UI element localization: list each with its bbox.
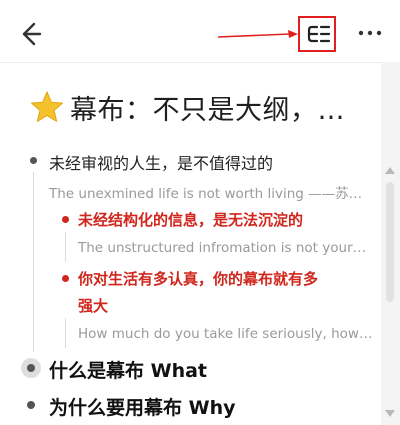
outline-node-text-cont[interactable]: 强大 [78, 295, 108, 316]
more-dots-icon[interactable] [356, 24, 384, 42]
scroll-down-arrow-icon[interactable] [385, 410, 395, 417]
annotation-arrow [218, 30, 298, 38]
outline-node-text[interactable]: 为什么要用幕布 Why [49, 393, 235, 420]
top-toolbar [0, 0, 400, 63]
bullet-dot[interactable] [30, 157, 37, 164]
outline-node-note[interactable]: How much do you take life seriously, how… [78, 326, 372, 342]
outline-node-note[interactable]: The unexmined life is not worth living —… [49, 182, 362, 202]
scroll-up-arrow-icon[interactable] [385, 167, 395, 174]
child-guide-line [33, 172, 34, 352]
outline-node-text[interactable]: 什么是幕布 What [49, 356, 207, 383]
bullet-dot[interactable] [27, 364, 35, 372]
bullet-dot[interactable] [62, 275, 69, 282]
document-title[interactable]: 幕布：不只是大纲，… [70, 88, 345, 127]
document-title-row: 幕布：不只是大纲，… [30, 82, 345, 132]
outline-node-text[interactable]: 未经结构化的信息，是无法沉淀的 [78, 209, 303, 230]
outline-node-text[interactable]: 未经审视的人生，是不值得过的 [49, 150, 273, 174]
scroll-thumb[interactable] [386, 182, 394, 302]
outline-node-text[interactable]: 你对生活有多认真，你的幕布就有多 [78, 268, 318, 289]
outline-node-note[interactable]: The unstructured infromation is not your… [78, 240, 366, 256]
note-guide-line [65, 318, 66, 348]
bullet-dot[interactable] [62, 216, 69, 223]
note-guide-line [65, 232, 66, 262]
back-arrow-icon[interactable] [14, 18, 46, 50]
outline-structure-icon[interactable] [306, 22, 332, 46]
bullet-dot[interactable] [27, 401, 35, 409]
star-icon [30, 90, 64, 124]
vertical-scrollbar[interactable] [381, 62, 400, 425]
app-window: 幕布：不只是大纲，… 未经审视的人生，是不值得过的 The unexmined … [0, 0, 400, 425]
